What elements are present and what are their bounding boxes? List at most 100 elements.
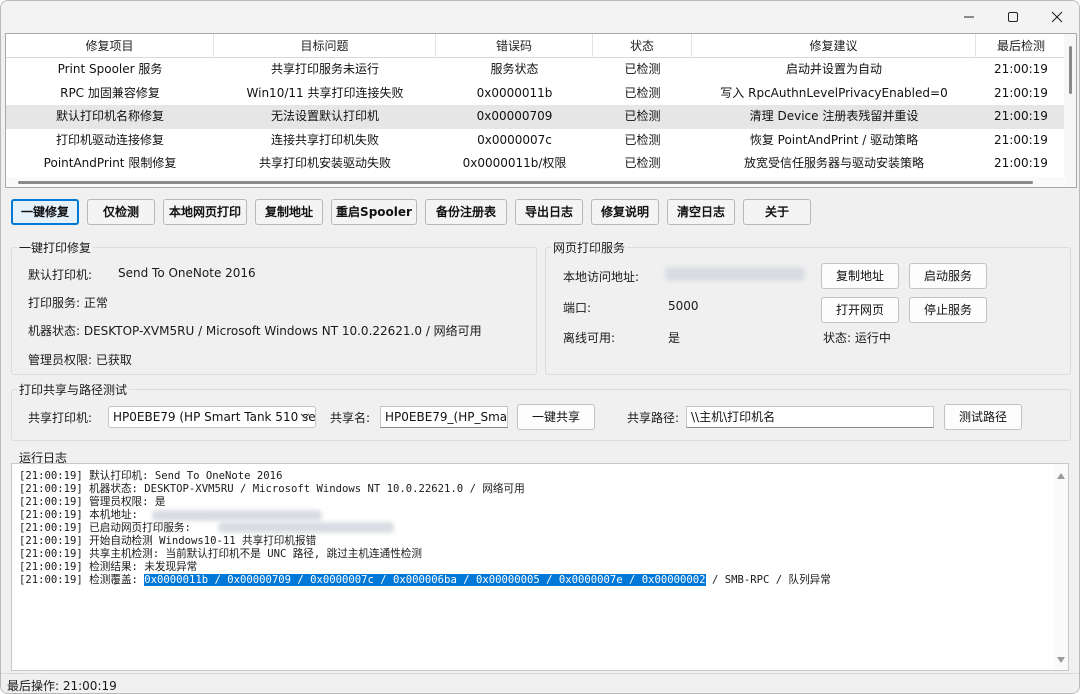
- log-line: [21:00:19] 检测结果: 未发现异常: [19, 561, 198, 573]
- clear-log-button[interactable]: 清空日志: [667, 199, 735, 225]
- table-header: 修复项目 目标问题 错误码 状态 修复建议 最后检测: [6, 34, 1076, 58]
- service-running-status: 状态: 运行中: [823, 331, 891, 345]
- share-name-label: 共享名:: [330, 411, 371, 425]
- log-line: [21:00:19] 机器状态: DESKTOP-XVM5RU / Micros…: [19, 483, 525, 495]
- log-line: [21:00:19] 共享主机检测: 当前默认打印机不是 UNC 路径, 跳过主…: [19, 548, 422, 560]
- cell-suggestion: 恢复 PointAndPrint / 驱动策略: [749, 132, 919, 147]
- scroll-down-icon[interactable]: [1057, 657, 1065, 663]
- cell-suggestion: 清理 Device 注册表残留并重设: [749, 109, 919, 123]
- status-text: 最后操作: 21:00:19: [7, 679, 117, 693]
- cell-problem: 共享打印机安装驱动失败: [258, 156, 391, 170]
- table-row[interactable]: Print Spooler 服务 共享打印服务未运行 服务状态 已检测 启动并设…: [6, 58, 1066, 82]
- local-address-redacted: [665, 267, 805, 281]
- selected-text[interactable]: 0x0000011b / 0x00000709 / 0x0000007c / 0…: [144, 574, 706, 586]
- group-title: 网页打印服务: [551, 239, 628, 256]
- share-path-label: 共享路径:: [627, 411, 680, 425]
- group-title: 打印共享与路径测试: [17, 381, 130, 398]
- detect-only-button[interactable]: 仅检测: [87, 199, 155, 225]
- table-row[interactable]: RPC 加固兼容修复 Win10/11 共享打印连接失败 0x0000011b …: [6, 82, 1066, 106]
- table-row[interactable]: PointAndPrint 限制修复 共享打印机安装驱动失败 0x0000011…: [6, 152, 1066, 176]
- column-header-item[interactable]: 修复项目: [6, 34, 214, 58]
- cell-status: 已检测: [624, 132, 661, 147]
- cell-problem: 连接共享打印机失败: [270, 132, 379, 147]
- table-horizontal-scrollbar[interactable]: [6, 177, 1066, 187]
- cell-item: PointAndPrint 限制修复: [43, 156, 177, 170]
- chevron-down-icon: [300, 413, 310, 419]
- start-service-button[interactable]: 启动服务: [909, 263, 987, 289]
- column-header-status[interactable]: 状态: [593, 34, 692, 58]
- cell-code: 0x0000011b: [476, 85, 553, 100]
- web-copy-address-button[interactable]: 复制地址: [821, 263, 899, 289]
- cell-suggestion: 启动并设置为自动: [785, 62, 882, 76]
- scroll-thumb[interactable]: [1069, 46, 1072, 94]
- shared-printer-select[interactable]: HP0EBE79 (HP Smart Tank 510 se: [108, 406, 316, 428]
- log-textbox[interactable]: [21:00:19] 默认打印机: Send To OneNote 2016 […: [11, 463, 1069, 671]
- share-name-input[interactable]: HP0EBE79_(HP_Smart_: [380, 406, 508, 428]
- minimize-button[interactable]: [946, 1, 992, 33]
- cell-problem: Win10/11 共享打印连接失败: [246, 85, 404, 100]
- redacted-address: [152, 510, 322, 521]
- cell-problem: 共享打印服务未运行: [270, 62, 379, 76]
- repair-notes-button[interactable]: 修复说明: [591, 199, 659, 225]
- log-vertical-scrollbar[interactable]: [1054, 464, 1068, 670]
- restart-spooler-button[interactable]: 重启Spooler: [331, 199, 417, 225]
- scroll-up-icon[interactable]: [1057, 473, 1065, 479]
- close-icon: [1051, 11, 1063, 23]
- cell-item: 默认打印机名称修复: [55, 109, 164, 123]
- share-path-input[interactable]: \\主机\打印机名: [686, 406, 934, 428]
- stop-service-button[interactable]: 停止服务: [909, 297, 987, 323]
- local-web-print-button[interactable]: 本地网页打印: [163, 199, 247, 225]
- log-line-coverage: [21:00:19] 检测覆盖: 0x0000011b / 0x00000709…: [19, 574, 831, 587]
- one-click-repair-button[interactable]: 一键修复: [11, 199, 79, 225]
- minimize-icon: [964, 16, 974, 18]
- log-suffix: / SMB-RPC / 队列异常: [705, 574, 831, 586]
- log-line: [21:00:19] 已启动网页打印服务:: [19, 522, 191, 534]
- about-button[interactable]: 关于: [743, 199, 811, 225]
- cell-last-check: 21:00:19: [994, 62, 1048, 76]
- group-title: 一键打印修复: [17, 239, 94, 256]
- column-header-suggestion[interactable]: 修复建议: [692, 34, 976, 58]
- log-line: [21:00:19] 开始自动检测 Windows10-11 共享打印机报错: [19, 535, 317, 547]
- cell-item: 打印机驱动连接修复: [55, 132, 164, 147]
- maximize-button[interactable]: [990, 1, 1036, 33]
- copy-address-button[interactable]: 复制地址: [255, 199, 323, 225]
- port-value: 5000: [668, 299, 699, 313]
- cell-last-check: 21:00:19: [994, 85, 1048, 100]
- offline-label: 离线可用:: [563, 331, 616, 345]
- repair-table[interactable]: 修复项目 目标问题 错误码 状态 修复建议 最后检测 Print Spooler…: [5, 33, 1077, 188]
- cell-problem: 无法设置默认打印机: [270, 109, 379, 123]
- one-click-share-button[interactable]: 一键共享: [517, 404, 595, 430]
- redacted-address: [218, 522, 394, 533]
- log-prefix: [21:00:19] 检测覆盖:: [19, 574, 145, 586]
- cell-code: 服务状态: [490, 62, 539, 76]
- test-path-button[interactable]: 测试路径: [944, 404, 1022, 430]
- cell-suggestion: 放宽受信任服务器与驱动安装策略: [743, 156, 924, 170]
- cell-code: 0x0000007c: [477, 132, 552, 147]
- cell-code: 0x0000011b/权限: [462, 156, 567, 170]
- export-log-button[interactable]: 导出日志: [515, 199, 583, 225]
- default-printer-value: Send To OneNote 2016: [118, 266, 256, 280]
- column-header-code[interactable]: 错误码: [436, 34, 593, 58]
- log-line: [21:00:19] 管理员权限: 是: [19, 496, 166, 508]
- log-line: [21:00:19] 本机地址:: [19, 509, 138, 521]
- column-header-last-check[interactable]: 最后检测: [976, 34, 1066, 58]
- main-window: 修复项目 目标问题 错误码 状态 修复建议 最后检测 Print Spooler…: [0, 0, 1080, 694]
- cell-last-check: 21:00:19: [994, 109, 1048, 123]
- column-header-problem[interactable]: 目标问题: [214, 34, 436, 58]
- status-bar: 最后操作: 21:00:19: [1, 673, 1079, 693]
- table-vertical-scrollbar[interactable]: [1064, 34, 1076, 187]
- open-web-button[interactable]: 打开网页: [821, 297, 899, 323]
- shared-printer-selected: HP0EBE79 (HP Smart Tank 510 se: [113, 410, 316, 424]
- cell-item: RPC 加固兼容修复: [60, 85, 160, 100]
- cell-item: Print Spooler 服务: [57, 62, 163, 76]
- log-line: [21:00:19] 默认打印机: Send To OneNote 2016: [19, 470, 283, 482]
- port-label: 端口:: [563, 301, 592, 315]
- scroll-thumb[interactable]: [18, 181, 1033, 184]
- cell-status: 已检测: [624, 85, 661, 100]
- table-row[interactable]: 打印机驱动连接修复 连接共享打印机失败 0x0000007c 已检测 恢复 Po…: [6, 129, 1066, 153]
- maximize-icon: [1008, 12, 1018, 22]
- backup-registry-button[interactable]: 备份注册表: [425, 199, 507, 225]
- shared-printer-label: 共享打印机:: [28, 411, 93, 425]
- close-button[interactable]: [1034, 1, 1079, 33]
- table-row-selected[interactable]: 默认打印机名称修复 无法设置默认打印机 0x00000709 已检测 清理 De…: [6, 105, 1066, 129]
